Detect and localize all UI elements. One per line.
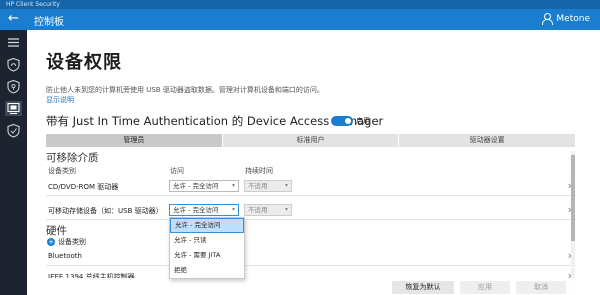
device-row-label: 可移动存储设备（如：USB 驱动器） (48, 207, 163, 215)
tab-drive-settings[interactable]: 驱动器设置 (399, 134, 577, 147)
access-dropdown-list: 允许 - 完全访问 允许 - 只读 允许 - 需要 JITA 拒绝 (169, 217, 245, 279)
user-tabs: 管理员 标准用户 驱动器设置 (46, 134, 577, 147)
header-title: 控制板 (34, 17, 64, 28)
access-option-read-only[interactable]: 允许 - 只读 (170, 233, 244, 248)
jita-toggle[interactable] (331, 116, 353, 126)
content-scrollbar[interactable] (571, 151, 575, 295)
menu-icon[interactable] (5, 35, 22, 50)
plus-circle-icon: + (47, 238, 55, 246)
window-title: HP Client Security (0, 0, 600, 9)
duration-select-cd-dvd: 不适用 ▾ (244, 180, 292, 192)
tab-standard-users[interactable]: 标准用户 (222, 134, 400, 147)
access-option-full[interactable]: 允许 - 完全访问 (170, 218, 244, 233)
action-bar: 恢复为默认 应用 取消 (27, 278, 600, 295)
column-duration: 持续时间 (245, 167, 273, 175)
apply-button[interactable]: 应用 (460, 281, 510, 294)
column-access: 访问 (170, 167, 184, 175)
device-row-bluetooth[interactable]: Bluetooth › (46, 246, 576, 266)
access-option-require-jita[interactable]: 允许 - 需要 JITA (170, 248, 244, 263)
main-content: 设备权限 防止他人未到您的计算机旁使用 USB 驱动器盗取数据。管理对计算机设备… (27, 30, 600, 295)
column-device-type: 设备类别 (48, 167, 76, 175)
user-menu[interactable]: Metone (542, 13, 590, 25)
access-select-usb-storage[interactable]: 允许 - 完全访问 ▾ (169, 204, 239, 216)
tab-administrators[interactable]: 管理员 (46, 134, 223, 147)
user-name: Metone (556, 13, 590, 24)
device-row-usb-storage[interactable]: 可移动存储设备（如：USB 驱动器） › (46, 200, 576, 220)
page-description: 防止他人未到您的计算机旁使用 USB 驱动器盗取数据。管理对计算机设备和端口的访… (46, 86, 324, 94)
show-help-link[interactable]: 显示说明 (46, 95, 74, 105)
app-header: ← 控制板 Metone (0, 9, 600, 30)
scrollbar-thumb[interactable] (571, 155, 575, 241)
chevron-down-icon: ▾ (284, 182, 288, 189)
shield-key-icon[interactable] (5, 79, 22, 94)
restore-defaults-button[interactable]: 恢复为默认 (392, 281, 454, 294)
duration-select-value: 不适用 (248, 182, 268, 190)
fingerprint-shield-icon[interactable] (5, 57, 22, 72)
hardware-title: 硬件 (46, 225, 67, 237)
chevron-down-icon: ▾ (231, 182, 235, 189)
access-select-value: 允许 - 完全访问 (173, 206, 219, 214)
chevron-down-icon: ▾ (284, 206, 288, 213)
user-icon (542, 13, 554, 25)
duration-select-usb-storage: 不适用 ▾ (244, 204, 292, 216)
device-row-label: Bluetooth (48, 252, 82, 260)
duration-select-value: 不适用 (248, 206, 268, 214)
device-monitor-icon[interactable] (5, 101, 22, 116)
device-row-label: CD/DVD-ROM 驱动器 (48, 183, 119, 191)
shield-icon[interactable] (5, 123, 22, 138)
chevron-down-icon: ▾ (231, 206, 235, 213)
access-option-deny[interactable]: 拒绝 (170, 263, 244, 278)
access-select-cd-dvd[interactable]: 允许 - 完全访问 ▾ (169, 180, 239, 192)
back-arrow-icon[interactable]: ← (8, 11, 19, 27)
sidebar (0, 30, 27, 295)
device-row-cd-dvd[interactable]: CD/DVD-ROM 驱动器 › (46, 176, 576, 196)
page-title: 设备权限 (46, 52, 122, 73)
jita-toggle-label: 启用 (356, 117, 370, 125)
removable-media-title: 可移除介质 (46, 152, 99, 164)
access-select-value: 允许 - 完全访问 (173, 182, 219, 190)
cancel-button[interactable]: 取消 (516, 281, 566, 294)
